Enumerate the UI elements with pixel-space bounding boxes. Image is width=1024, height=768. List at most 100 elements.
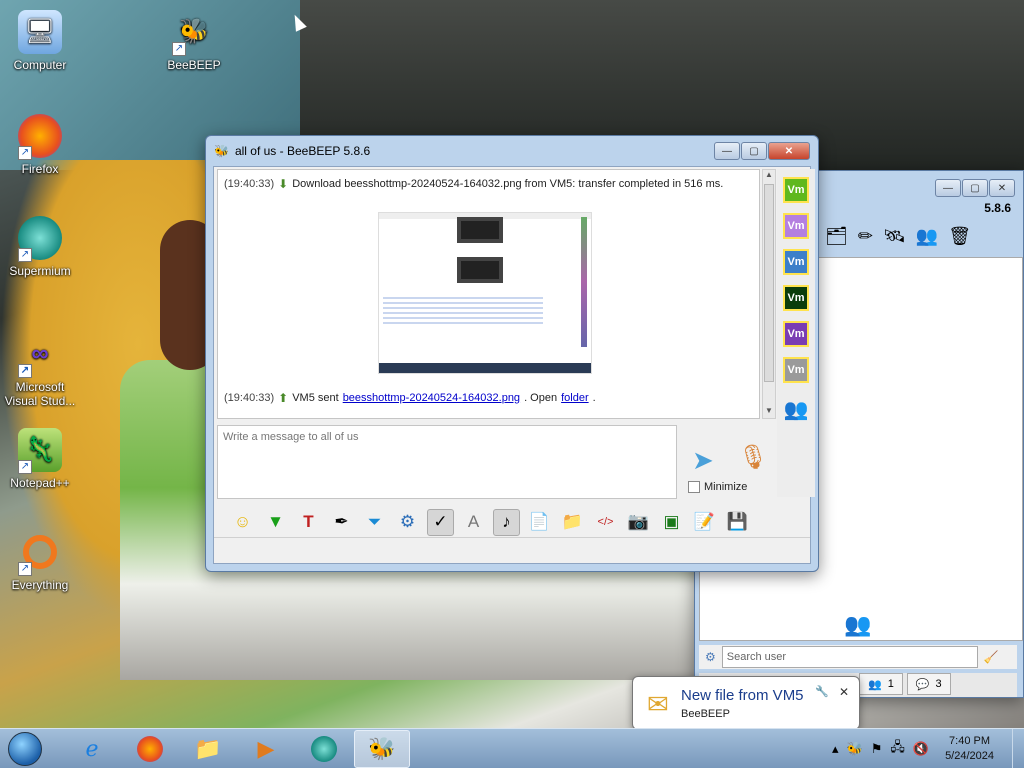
network-icon[interactable]: 🖧 — [890, 738, 905, 760]
member-avatar[interactable]: Vm — [783, 249, 809, 275]
minimize-button[interactable]: — — [714, 142, 740, 160]
desktop-icon-computer[interactable]: 🖥 Computer — [2, 10, 78, 72]
member-avatar[interactable]: Vm — [783, 357, 809, 383]
upload-icon: ⬆ — [278, 391, 289, 405]
file-link[interactable]: beesshottmp-20240524-164032.png — [343, 392, 520, 404]
chat-log: (19:40:33) ⬇ Download beesshottmp-202405… — [217, 169, 760, 419]
start-button[interactable] — [0, 729, 50, 768]
save-icon[interactable]: 💾 — [724, 509, 751, 536]
arrow-down-icon[interactable]: ▼ — [262, 509, 289, 536]
message-text: VM5 sent — [292, 392, 339, 404]
scroll-up-icon[interactable]: ▲ — [763, 170, 775, 182]
download-icon: ⬇ — [278, 177, 289, 191]
close-button[interactable]: ✕ — [768, 142, 810, 160]
chat-scrollbar[interactable]: ▲ ▼ — [762, 169, 776, 419]
notification-subtitle: BeeBEEP — [681, 708, 730, 720]
users-group-icon: 👥 — [844, 612, 872, 637]
taskbar-internet-explorer[interactable]: ℯ — [64, 730, 120, 768]
visual-studio-icon: ∞ ↗ — [18, 332, 62, 378]
message-text: Download beesshottmp-20240524-164032.png… — [292, 178, 724, 190]
message-time: (19:40:33) — [224, 392, 275, 404]
checkbox-box[interactable] — [688, 481, 700, 493]
taskbar-supermium[interactable] — [296, 730, 352, 768]
emoji-icon[interactable]: ☺ — [229, 509, 256, 536]
screenshot-thumbnail[interactable] — [378, 212, 592, 374]
minimize-button[interactable]: — — [935, 179, 961, 197]
chat-members: Vm Vm Vm Vm Vm Vm 👥 — [777, 169, 815, 497]
computer-icon: 🖥 — [18, 10, 62, 54]
screenshot-icon[interactable]: 📷 — [625, 509, 652, 536]
folder-link[interactable]: folder — [561, 392, 589, 404]
photo-icon[interactable]: ▣ — [658, 509, 685, 536]
desktop-icon-beebeep[interactable]: 🐝 ↗ BeeBEEP — [156, 10, 232, 73]
envelope-icon: ✉ — [647, 689, 669, 719]
message-time: (19:40:33) — [224, 178, 275, 190]
status-bar — [214, 537, 810, 563]
notification-balloon[interactable]: ✉ New file from VM5 BeeBEEP 🔧 ✕ — [632, 676, 860, 739]
desktop-icon-label: Firefox — [21, 162, 59, 176]
media-player-icon: ▶ — [257, 735, 275, 761]
users-icon: 👥 — [868, 678, 882, 691]
network-icon[interactable]: 🛰 — [883, 226, 906, 247]
desktop-icon-visual-studio[interactable]: ∞ ↗ Microsoft Visual Stud... — [2, 332, 78, 409]
microphone-icon[interactable]: 🎙 — [738, 443, 768, 472]
beebeep-tray-icon[interactable]: 🐝 — [847, 741, 863, 757]
tab-count: 3 — [935, 678, 942, 690]
send-icon[interactable]: ➤ — [692, 445, 714, 476]
code-icon[interactable]: </> — [592, 509, 619, 536]
taskbar: ℯ 📁 ▶ 🐝 ▴ 🐝 ⚑ 🖧 🔇 7:40 PM 5/24/2024 — [0, 728, 1024, 768]
desktop-icon-supermium[interactable]: ↗ Supermium — [2, 216, 78, 278]
maximize-button[interactable]: ▢ — [741, 142, 767, 160]
tab-count: 1 — [887, 678, 894, 690]
clock[interactable]: 7:40 PM 5/24/2024 — [945, 734, 994, 764]
color-pen-icon[interactable]: ✒ — [328, 509, 355, 536]
group-icon[interactable]: 🗂 — [825, 226, 848, 247]
settings-icon[interactable]: ⚙ — [705, 650, 716, 664]
member-avatar[interactable]: Vm — [783, 285, 809, 311]
desktop-icon-notepad-plus-plus[interactable]: 🦎 ↗ Notepad++ — [2, 428, 78, 490]
users-icon[interactable]: 👥 — [916, 226, 938, 247]
edit-icon[interactable]: ✏ — [858, 226, 873, 247]
font-icon[interactable]: A — [460, 509, 487, 536]
member-avatar[interactable]: Vm — [783, 177, 809, 203]
taskbar-media-player[interactable]: ▶ — [238, 730, 294, 768]
clock-date: 5/24/2024 — [945, 749, 994, 762]
send-folder-icon[interactable]: 📁 — [559, 509, 586, 536]
message-input[interactable]: Write a message to all of us — [217, 425, 677, 499]
supermium-icon — [311, 735, 337, 762]
member-avatar[interactable]: Vm — [783, 213, 809, 239]
taskbar-explorer[interactable]: 📁 — [180, 730, 236, 768]
system-tray: ▴ 🐝 ⚑ 🖧 🔇 7:40 PM 5/24/2024 — [832, 734, 1012, 764]
close-button[interactable]: ✕ — [989, 179, 1015, 197]
filter-icon[interactable]: ⏷ — [361, 509, 388, 536]
taskbar-beebeep[interactable]: 🐝 — [354, 729, 410, 768]
flag-icon[interactable]: ⚑ — [871, 741, 883, 757]
volume-muted-icon[interactable]: 🔇 — [913, 741, 929, 757]
scroll-thumb[interactable] — [764, 184, 774, 382]
text-format-icon[interactable]: T — [295, 509, 322, 536]
desktop-icon-label: Everything — [11, 578, 69, 592]
wrench-icon[interactable]: 🔧 — [815, 685, 829, 698]
clear-search-icon[interactable]: 🧹 — [984, 650, 999, 664]
notepad-plus-plus-icon: 🦎 ↗ — [18, 428, 62, 474]
edit-note-icon[interactable]: 📝 — [691, 509, 718, 536]
send-file-icon[interactable]: 📄 — [526, 509, 553, 536]
scroll-down-icon[interactable]: ▼ — [763, 406, 775, 418]
member-avatar[interactable]: Vm — [783, 321, 809, 347]
maximize-button[interactable]: ▢ — [962, 179, 988, 197]
settings-icon[interactable]: ⚙ — [394, 509, 421, 536]
desktop-icon-everything[interactable]: ↗ Everything — [2, 530, 78, 592]
music-note-icon[interactable]: ♪ — [493, 508, 520, 536]
tab-chats[interactable]: 💬 3 — [906, 673, 951, 695]
close-icon[interactable]: ✕ — [839, 685, 849, 699]
spellcheck-icon[interactable]: ✓ — [427, 508, 454, 536]
trash-icon[interactable]: 🗑 — [948, 226, 971, 247]
desktop-icon-firefox[interactable]: ↗ Firefox — [2, 114, 78, 176]
chevron-up-icon[interactable]: ▴ — [832, 741, 839, 757]
minimize-checkbox[interactable]: Minimize — [688, 481, 747, 493]
tab-users[interactable]: 👥 1 — [859, 673, 903, 695]
group-members-icon[interactable]: 👥 — [783, 397, 809, 422]
show-desktop-button[interactable] — [1012, 728, 1024, 768]
search-user-input[interactable]: Search user — [721, 646, 978, 668]
taskbar-firefox[interactable] — [122, 730, 178, 768]
